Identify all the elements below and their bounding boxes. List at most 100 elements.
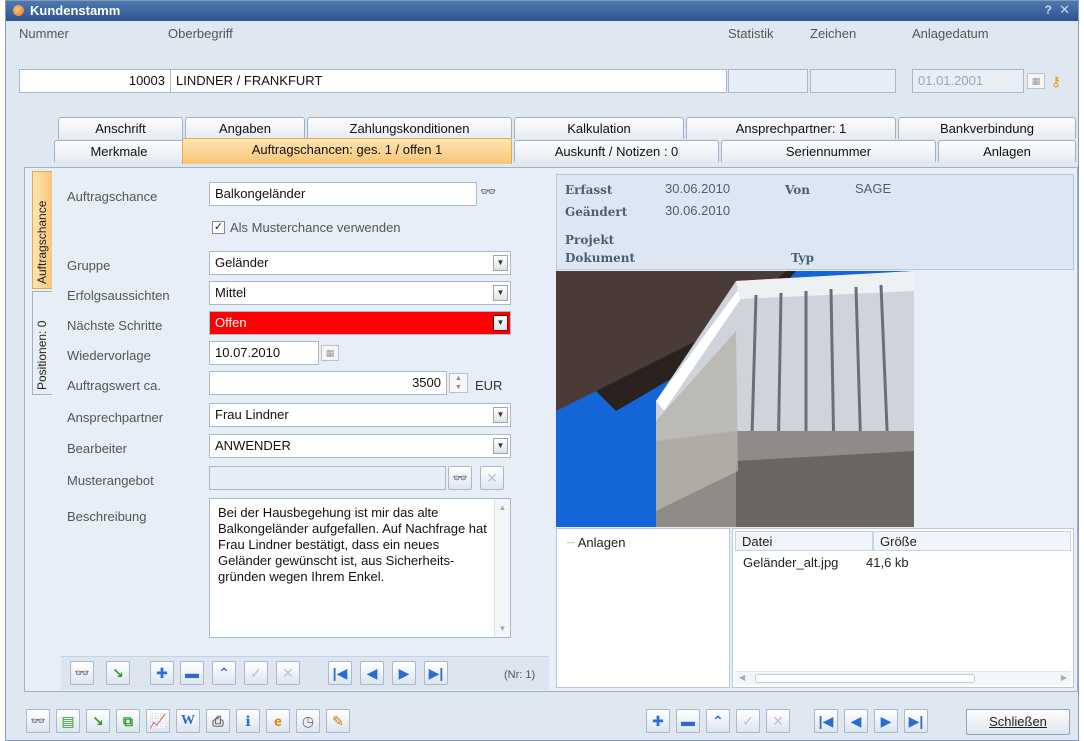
scroll-left-icon[interactable]: ◀ (739, 673, 745, 682)
close-icon[interactable]: ✕ (1059, 2, 1070, 18)
chevron-up-icon[interactable]: ⌃ (706, 709, 730, 733)
chevron-up-icon[interactable]: ⌃ (212, 661, 236, 685)
binoculars-icon[interactable]: 👓 (70, 661, 94, 685)
word-icon[interactable]: W (176, 709, 200, 733)
attachment-tree[interactable]: ┈ Anlagen (556, 528, 730, 688)
prev-record-icon[interactable]: ◀ (360, 661, 384, 685)
oberbegriff-field[interactable]: LINDNER / FRANKFURT (170, 69, 727, 93)
chevron-down-icon[interactable]: ▼ (493, 315, 508, 331)
help-icon[interactable]: ? (1045, 3, 1052, 17)
auftragswert-field[interactable]: 3500 (209, 371, 447, 395)
binoculars-icon[interactable]: 👓 (448, 466, 472, 490)
horizontal-scrollbar[interactable]: ◀ ▶ (735, 671, 1071, 685)
muster-checkbox[interactable]: ✓ (212, 221, 225, 234)
cancel-icon[interactable]: ✕ (276, 661, 300, 685)
title-bar[interactable]: Kundenstamm ? ✕ (6, 1, 1078, 21)
tab-anlagen[interactable]: Anlagen (938, 140, 1076, 162)
add-icon[interactable]: ✚ (646, 709, 670, 733)
next-record-icon[interactable]: ▶ (874, 709, 898, 733)
new-document-icon[interactable]: ▤ (56, 709, 80, 733)
next-record-icon[interactable]: ▶ (392, 661, 416, 685)
oberbegriff-label: Oberbegriff (168, 26, 233, 41)
chart-icon[interactable]: 📈 (146, 709, 170, 733)
col-header-groesse[interactable]: Größe (873, 531, 1071, 551)
chevron-down-icon[interactable]: ▼ (493, 407, 508, 423)
wiedervorlage-field[interactable]: 10.07.2010 (209, 341, 319, 365)
tab-angaben[interactable]: Angaben (185, 117, 305, 139)
tab-auftragschancen[interactable]: Auftragschancen: ges. 1 / offen 1 (182, 138, 512, 164)
chevron-down-icon[interactable]: ▼ (493, 285, 508, 301)
inner-toolbar (61, 656, 549, 690)
remove-icon[interactable]: ▬ (676, 709, 700, 733)
tab-merkmale[interactable]: Merkmale (54, 140, 184, 162)
schritte-select[interactable]: Offen ▼ (209, 311, 511, 335)
scroll-thumb[interactable] (755, 674, 975, 683)
anlagedatum-field[interactable]: 01.01.2001 (912, 69, 1024, 93)
zeichen-field[interactable] (810, 69, 896, 93)
dokument-label: Dokument (565, 251, 636, 265)
nummer-field[interactable]: 10003 (19, 69, 171, 93)
scroll-down-icon[interactable]: ▼ (495, 624, 510, 633)
first-record-icon[interactable]: |◀ (328, 661, 352, 685)
statistik-label: Statistik (728, 26, 774, 41)
binoculars-icon[interactable]: 👓 (480, 184, 496, 200)
tab-kalkulation[interactable]: Kalkulation (514, 117, 684, 139)
tab-anschrift[interactable]: Anschrift (58, 117, 183, 139)
check-icon[interactable]: ✓ (736, 709, 760, 733)
remove-icon[interactable]: ▬ (180, 661, 204, 685)
arrow-down-right-icon[interactable]: ↘ (86, 709, 110, 733)
wiedervorlage-label: Wiedervorlage (67, 348, 151, 363)
copy-icon[interactable]: ⧉ (116, 709, 140, 733)
table-row[interactable]: Geländer_alt.jpg 41,6 kb (743, 555, 1063, 573)
clear-icon[interactable]: ✕ (480, 466, 504, 490)
statistik-field[interactable] (728, 69, 808, 93)
tree-root-item[interactable]: ┈ Anlagen (567, 535, 625, 551)
add-icon[interactable]: ✚ (150, 661, 174, 685)
scroll-right-icon[interactable]: ▶ (1061, 673, 1067, 682)
chevron-down-icon[interactable]: ▼ (493, 255, 508, 271)
check-icon[interactable]: ✓ (244, 661, 268, 685)
gruppe-value: Geländer (215, 255, 269, 270)
chevron-down-icon[interactable]: ▼ (493, 438, 508, 454)
cell-groesse: 41,6 kb (866, 555, 909, 570)
side-tab-positionen[interactable]: Positionen: 0 (32, 291, 52, 395)
tab-zahlungskonditionen[interactable]: Zahlungskonditionen (307, 117, 512, 139)
first-record-icon[interactable]: |◀ (814, 709, 838, 733)
typ-label: Typ (791, 251, 814, 265)
auftragschance-field[interactable]: Balkongeländer (209, 182, 477, 206)
attachment-grid[interactable]: Datei Größe Geländer_alt.jpg 41,6 kb ◀ ▶ (732, 528, 1074, 688)
gruppe-label: Gruppe (67, 258, 111, 273)
printer-icon[interactable]: ⎙ (206, 709, 230, 733)
side-tab-auftragschance[interactable]: Auftragschance (32, 171, 52, 289)
info-icon[interactable]: ℹ (236, 709, 260, 733)
ansprechpartner-label: Ansprechpartner (67, 410, 164, 425)
spinner-icon[interactable]: ▲ ▼ (449, 373, 468, 393)
close-button[interactable]: Schließen (966, 709, 1070, 735)
musterangebot-field[interactable] (209, 466, 446, 490)
calendar-icon[interactable]: ▦ (1027, 73, 1045, 89)
tools-icon[interactable]: ✎ (326, 709, 350, 733)
tab-bankverbindung[interactable]: Bankverbindung (898, 117, 1076, 139)
scrollbar[interactable]: ▲ ▼ (494, 499, 510, 637)
scroll-up-icon[interactable]: ▲ (495, 503, 510, 512)
email-icon[interactable]: e (266, 709, 290, 733)
tab-ansprechpartner[interactable]: Ansprechpartner: 1 (686, 117, 896, 139)
beschreibung-textarea[interactable]: Bei der Hausbegehung ist mir das alte Ba… (209, 498, 511, 638)
binoculars-icon[interactable]: 👓 (26, 709, 50, 733)
last-record-icon[interactable]: ▶| (904, 709, 928, 733)
last-record-icon[interactable]: ▶| (424, 661, 448, 685)
clock-icon[interactable]: ◷ (296, 709, 320, 733)
cancel-icon[interactable]: ✕ (766, 709, 790, 733)
erfolg-select[interactable]: Mittel ▼ (209, 281, 511, 305)
geaendert-label: Geändert (565, 205, 628, 219)
calendar-icon[interactable]: ▦ (321, 345, 339, 361)
arrow-down-right-icon[interactable]: ↘ (106, 661, 130, 685)
prev-record-icon[interactable]: ◀ (844, 709, 868, 733)
gruppe-select[interactable]: Geländer ▼ (209, 251, 511, 275)
tab-seriennummer[interactable]: Seriennummer (721, 140, 936, 162)
bearbeiter-select[interactable]: ANWENDER ▼ (209, 434, 511, 458)
col-header-datei[interactable]: Datei (735, 531, 873, 551)
ansprechpartner-select[interactable]: Frau Lindner ▼ (209, 403, 511, 427)
tab-auskunft-notizen[interactable]: Auskunft / Notizen : 0 (514, 140, 719, 162)
schritte-value: Offen (215, 315, 247, 330)
